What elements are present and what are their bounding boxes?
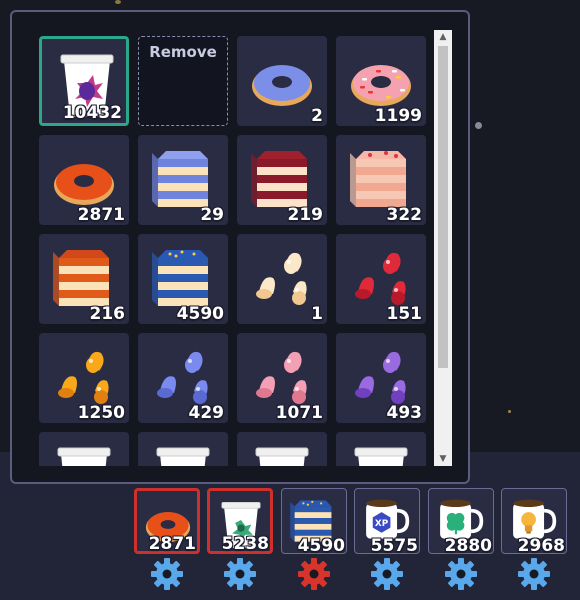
item-count: 219 — [287, 205, 324, 225]
svg-text:XP: XP — [375, 519, 389, 529]
hotbar-count: 4590 — [297, 536, 345, 556]
hotbar-slot[interactable]: 4590 — [281, 488, 347, 556]
background-speck — [115, 0, 121, 4]
background-speck — [508, 410, 511, 413]
item-count: 10432 — [62, 103, 122, 123]
inventory-slot[interactable]: 1 — [237, 234, 327, 324]
inventory-panel: 10432 Remove 2 1199 2871 29 219 322 216 4590 1 151 1… — [10, 10, 470, 484]
empty-cup-icon — [57, 447, 111, 466]
hotbar-slot[interactable]: 2871 — [134, 488, 200, 554]
inventory-slot[interactable]: 29 — [138, 135, 228, 225]
inventory-slot[interactable]: 1199 — [336, 36, 426, 126]
item-count: 322 — [386, 205, 423, 225]
gear-icon[interactable] — [517, 557, 551, 591]
inventory-slot[interactable]: 4590 — [138, 234, 228, 324]
gear-icon[interactable] — [223, 557, 257, 591]
inventory-slot[interactable]: 429 — [138, 333, 228, 423]
inventory-slot[interactable]: 2 — [237, 36, 327, 126]
item-count: 493 — [386, 403, 423, 423]
gear-icon[interactable] — [370, 557, 404, 591]
gear-icon[interactable] — [150, 557, 184, 591]
white-gumdrops-icon — [256, 252, 307, 305]
inventory-grid: 10432 Remove 2 1199 2871 29 219 322 216 4590 1 151 1… — [12, 12, 432, 466]
inventory-slot[interactable]: 219 — [237, 135, 327, 225]
item-count: 29 — [200, 205, 224, 225]
hotbar-slot[interactable]: XP 5575 — [354, 488, 420, 556]
item-count: 2871 — [77, 205, 125, 225]
hotbar-slot[interactable]: 5238 — [207, 488, 273, 554]
inventory-slot[interactable]: 493 — [336, 333, 426, 423]
inventory-slot[interactable]: 1071 — [237, 333, 327, 423]
background-speck — [475, 122, 482, 129]
inventory-slot[interactable] — [237, 432, 327, 466]
gear-icon[interactable] — [444, 557, 478, 591]
inventory-slot[interactable]: 1250 — [39, 333, 129, 423]
item-count: 1071 — [275, 403, 323, 423]
inventory-slot[interactable] — [138, 432, 228, 466]
item-count: 1199 — [374, 106, 422, 126]
scroll-down-arrow-icon[interactable]: ▼ — [434, 452, 452, 466]
empty-cup-icon — [255, 447, 309, 466]
item-count: 216 — [89, 304, 126, 324]
item-count: 429 — [188, 403, 225, 423]
inventory-slot[interactable] — [39, 432, 129, 466]
empty-cup-icon — [354, 447, 408, 466]
inventory-slot[interactable]: 216 — [39, 234, 129, 324]
inventory-slot[interactable]: 10432 — [39, 36, 129, 126]
item-count: 151 — [386, 304, 423, 324]
scroll-up-arrow-icon[interactable]: ▲ — [434, 30, 452, 44]
hotbar-slot[interactable]: 2968 — [501, 488, 567, 556]
empty-cup-icon — [156, 447, 210, 466]
inventory-scrollbar[interactable]: ▲ ▼ — [434, 30, 452, 466]
item-count: 1 — [311, 304, 323, 324]
item-count: 1250 — [77, 403, 125, 423]
inventory-slot[interactable]: 2871 — [39, 135, 129, 225]
inventory-slot[interactable] — [336, 432, 426, 466]
remove-slot[interactable]: Remove — [138, 36, 228, 126]
hotbar-count: 2968 — [517, 536, 565, 556]
item-count: 4590 — [176, 304, 224, 324]
hotbar-slot[interactable]: 2880 — [428, 488, 494, 556]
hotbar-count: 5238 — [221, 534, 269, 554]
hotbar-count: 2871 — [148, 534, 196, 554]
hotbar-count: 2880 — [444, 536, 492, 556]
remove-label: Remove — [149, 43, 217, 61]
hotbar-count: 5575 — [370, 536, 418, 556]
scrollbar-thumb[interactable] — [438, 46, 448, 368]
inventory-slot[interactable]: 151 — [336, 234, 426, 324]
item-count: 2 — [311, 106, 323, 126]
inventory-slot[interactable]: 322 — [336, 135, 426, 225]
gear-icon[interactable] — [297, 557, 331, 591]
blue-donut-icon — [252, 65, 312, 106]
